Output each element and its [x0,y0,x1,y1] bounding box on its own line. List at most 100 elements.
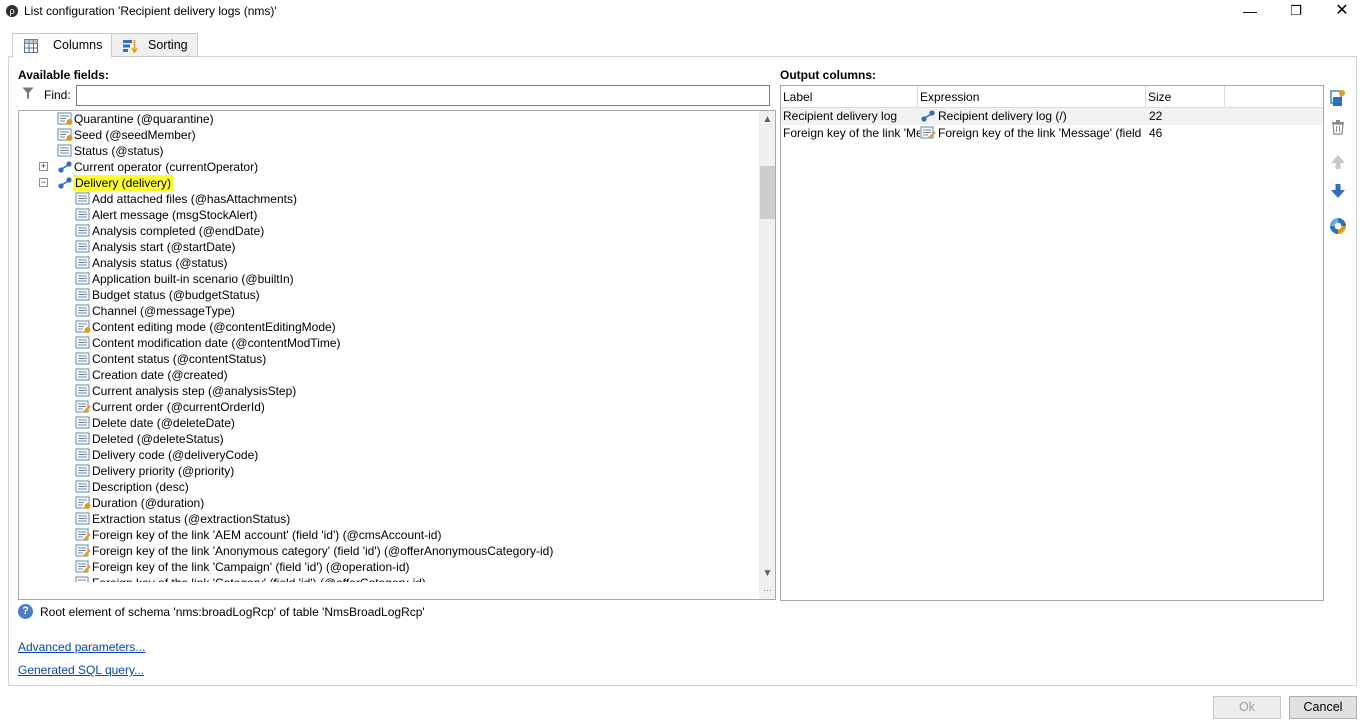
tree-node-label: Current analysis step (@analysisStep) [92,384,297,398]
link-icon [58,177,72,189]
schema-info: Root element of schema 'nms:broadLogRcp'… [40,605,425,619]
tree-node-label: Current operator (currentOperator) [74,160,259,174]
link-icon [58,161,72,173]
available-fields-tree[interactable]: Quarantine (@quarantine) Seed (@seedMembe… [18,110,776,600]
field-icon [75,224,90,237]
field-icon [75,464,90,477]
tree-node-label: Duration (@duration) [92,496,205,510]
tree-node-label: Foreign key of the link 'Campaign' (fiel… [92,560,410,574]
sort-icon [123,40,138,54]
available-fields-heading: Available fields: [18,68,109,82]
enum-field-icon [75,496,91,509]
field-icon [75,368,90,381]
key-field-icon [75,544,91,557]
tree-node-label: Delete date (@deleteDate) [92,416,235,430]
field-key-icon [920,126,936,139]
title-bar: ρ List configuration 'Recipient delivery… [0,0,1366,24]
column-header-label[interactable]: Label [781,86,918,108]
tree-node-label: Foreign key of the link 'AEM account' (f… [92,528,442,542]
close-button[interactable]: ✕ [1319,0,1365,22]
tree-node-label: Seed (@seedMember) [74,128,196,142]
scroll-thumb[interactable] [760,166,775,219]
help-icon: ? [18,604,33,619]
collapse-icon[interactable]: − [39,178,48,187]
resize-grip-icon[interactable]: ⋯ [759,582,775,599]
adobe-campaign-icon: ρ [6,5,18,17]
tree-node-label: Add attached files (@hasAttachments) [92,192,297,206]
column-header-expression[interactable]: Expression [918,86,1146,108]
tab-columns[interactable]: Columns [12,33,112,58]
window-title: List configuration 'Recipient delivery l… [24,4,277,18]
ok-button[interactable]: Ok [1213,696,1281,719]
tree-node-label: Current order (@currentOrderId) [92,400,265,414]
tree-node-label: Channel (@messageType) [92,304,235,318]
field-icon [75,192,90,205]
row-size: 46 [1149,126,1163,140]
tree-node-label: Delivery (delivery) [73,175,174,191]
maximize-button[interactable]: ❐ [1273,0,1319,22]
tree-node-label: Deleted (@deleteStatus) [92,432,224,446]
column-header-filler [1225,86,1323,108]
enum-field-icon [75,320,91,333]
link-icon [921,110,935,122]
field-icon [75,288,90,301]
tree-node-label: Analysis status (@status) [92,256,228,270]
tree-node-label: Alert message (msgStockAlert) [92,208,258,222]
cancel-button[interactable]: Cancel [1289,696,1357,719]
tab-columns-label: Columns [53,38,103,52]
advanced-parameters-link[interactable]: Advanced parameters... [18,640,145,654]
tab-sorting-label: Sorting [148,38,188,52]
column-header-size[interactable]: Size [1146,86,1225,108]
key-field-icon [75,560,91,573]
row-label: Recipient delivery log [783,109,898,123]
key-field-icon [75,528,91,541]
tree-node-label: Quarantine (@quarantine) [74,112,214,126]
field-icon [75,208,90,221]
output-columns-heading: Output columns: [780,68,876,82]
tree-node-label: Foreign key of the link 'Anonymous categ… [92,544,554,558]
field-icon [75,432,90,445]
tree-node-label: Delivery priority (@priority) [92,464,235,478]
field-icon [75,256,90,269]
field-icon [75,336,90,349]
row-expression-text: Recipient delivery log (/) [938,109,1067,123]
tree-node-label: Status (@status) [74,144,164,158]
tab-sorting[interactable]: Sorting [111,33,198,57]
arrow-up-icon[interactable] [1328,152,1348,172]
tree-horizontal-area [19,582,759,599]
output-columns-grid[interactable]: Label Expression Size Recipient delivery… [780,85,1324,601]
tree-node-label: Analysis completed (@endDate) [92,224,265,238]
tree-vertical-scrollbar[interactable]: ▲ ▼ [759,111,775,582]
output-row[interactable]: Recipient delivery log Recipient deliver… [781,108,1323,125]
filter-icon [22,87,34,99]
enum-field-icon [57,112,73,125]
generated-sql-link[interactable]: Generated SQL query... [18,663,144,677]
find-input[interactable] [76,85,770,106]
distribution-icon[interactable] [1328,216,1348,236]
key-field-icon [75,400,91,413]
row-expression: Recipient delivery log (/) [920,108,1144,125]
field-icon [75,240,90,253]
tree-node-label: Content modification date (@contentModTi… [92,336,341,350]
scroll-down-icon[interactable]: ▼ [759,565,775,582]
add-expression-icon[interactable] [1328,88,1348,108]
field-icon [75,352,90,365]
row-label: Foreign key of the link 'Message' (field… [783,126,920,140]
tree-node-label: Extraction status (@extractionStatus) [92,512,291,526]
tree-node-label: Content editing mode (@contentEditingMod… [92,320,336,334]
scroll-up-icon[interactable]: ▲ [759,111,775,128]
tree-node-label: Content status (@contentStatus) [92,352,267,366]
find-label: Find: [44,88,71,102]
minimize-button[interactable]: — [1227,0,1273,22]
field-icon [57,144,72,157]
trash-icon[interactable] [1328,117,1348,137]
arrow-down-icon[interactable] [1328,181,1348,201]
field-icon [75,272,90,285]
tree-content: Quarantine (@quarantine) Seed (@seedMembe… [19,111,759,582]
grid-icon [24,39,38,53]
tree-node-label: Foreign key of the link 'Category' (fiel… [92,575,426,582]
tree-node-label: Delivery code (@deliveryCode) [92,448,259,462]
output-row[interactable]: Foreign key of the link 'Message' (field… [781,125,1323,142]
tree-node-label: Application built-in scenario (@builtIn) [92,272,294,286]
expand-icon[interactable]: + [39,162,48,171]
